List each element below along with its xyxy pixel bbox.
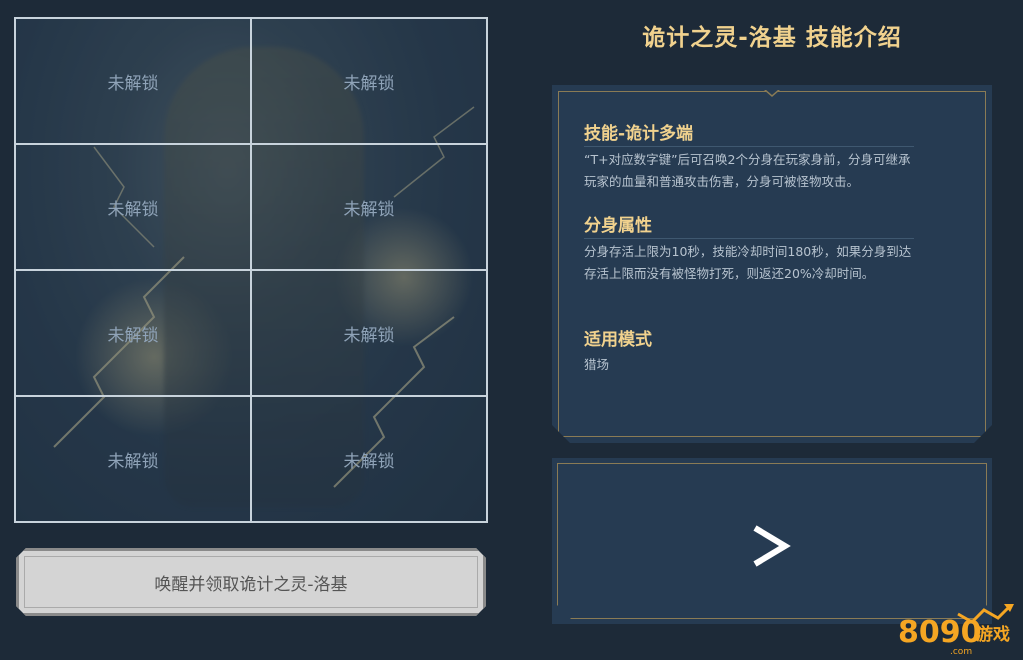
grid-cell-2[interactable]: 未解锁 (251, 18, 487, 144)
brand-text: 游戏 (976, 624, 1010, 645)
unlock-grid: 未解锁 未解锁 未解锁 未解锁 未解锁 未解锁 未解锁 未解锁 (14, 17, 488, 523)
awaken-button-label: 唤醒并领取诡计之灵-洛基 (154, 574, 348, 595)
grid-cell-1[interactable]: 未解锁 (15, 18, 251, 144)
grid-cell-6[interactable]: 未解锁 (251, 270, 487, 396)
applicable-mode-value: 猎场 (584, 357, 610, 372)
awaken-claim-button[interactable]: 唤醒并领取诡计之灵-洛基 (16, 548, 486, 616)
skill-info-panel: 技能-诡计多端 “T+对应数字键”后可召唤2个分身在玩家身前，分身可继承玩家的血… (552, 85, 992, 443)
page-title: 诡计之灵-洛基 技能介绍 (642, 25, 902, 51)
grid-cell-7[interactable]: 未解锁 (15, 396, 251, 522)
next-arrow-icon[interactable] (751, 524, 791, 568)
skill-description: “T+对应数字键”后可召唤2个分身在玩家身前，分身可继承玩家的血量和普通攻击伤害… (584, 152, 911, 189)
grid-cell-8[interactable]: 未解锁 (251, 396, 487, 522)
clone-attributes-description: 分身存活上限为10秒，技能冷却时间180秒，如果分身到达存活上限而没有被怪物打死… (584, 244, 912, 281)
applicable-mode-section: 适用模式 猎场 (584, 325, 914, 376)
hero-artwork: 未解锁 未解锁 未解锁 未解锁 未解锁 未解锁 未解锁 未解锁 (14, 17, 488, 523)
grid-cell-5[interactable]: 未解锁 (15, 270, 251, 396)
skill-section: 技能-诡计多端 “T+对应数字键”后可召唤2个分身在玩家身前，分身可继承玩家的血… (584, 119, 914, 193)
clone-attributes-section: 分身属性 分身存活上限为10秒，技能冷却时间180秒，如果分身到达存活上限而没有… (584, 211, 914, 285)
brand-logo: 8090 游戏 .com (898, 600, 1016, 657)
brand-number: 8090 (898, 615, 982, 650)
brand-domain: .com (950, 647, 972, 656)
applicable-mode-heading: 适用模式 (584, 330, 652, 350)
clone-attributes-heading: 分身属性 (584, 211, 914, 239)
grid-cell-3[interactable]: 未解锁 (15, 144, 251, 270)
grid-cell-4[interactable]: 未解锁 (251, 144, 487, 270)
brand-logo-graphic: 8090 游戏 .com (898, 604, 1014, 657)
skill-heading: 技能-诡计多端 (584, 119, 914, 147)
